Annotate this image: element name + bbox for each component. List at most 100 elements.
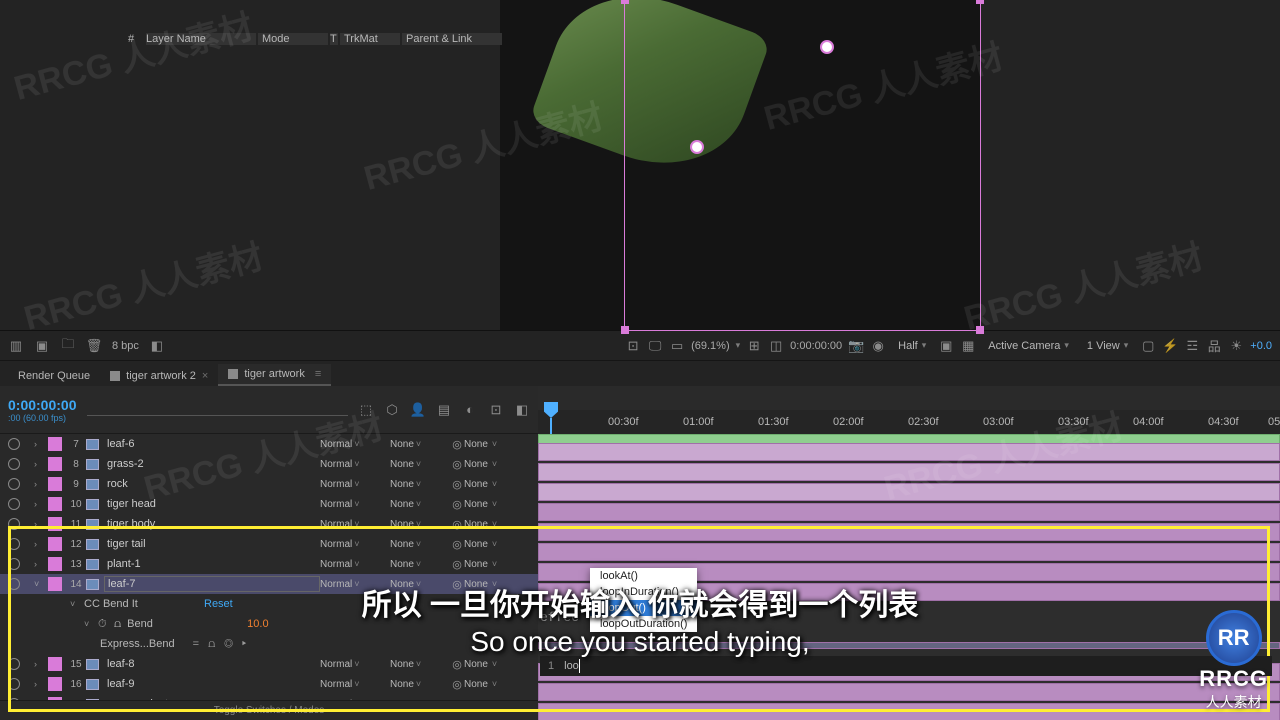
composition-viewer[interactable] (0, 0, 1280, 330)
bpc-indicator-icon[interactable]: ◧ (149, 338, 165, 354)
fast-preview-icon[interactable]: ⚡ (1162, 338, 1178, 354)
track[interactable] (538, 702, 1280, 720)
tab-comp-a[interactable]: tiger artwork 2× (100, 366, 218, 386)
mask-icon[interactable]: ◫ (768, 338, 784, 354)
pickwhip-icon[interactable]: ◎ (450, 517, 464, 531)
visibility-toggle[interactable] (8, 658, 20, 670)
views-dropdown[interactable]: 1 View (1081, 339, 1134, 353)
parent-dropdown[interactable]: None ˅ (464, 659, 538, 670)
layer-bar[interactable] (538, 523, 1280, 541)
autocomplete-item[interactable]: loopOutDuration() (590, 616, 697, 632)
layer-row-leaf-7[interactable]: ˅14leaf-7Normal ˅None ˅◎None ˅ (0, 574, 538, 594)
twirl-icon[interactable]: › (34, 679, 48, 689)
trash-icon[interactable]: 🗑 (86, 338, 102, 354)
bpc-label[interactable]: 8 bpc (112, 340, 139, 352)
autocomplete-item[interactable]: loopInDuration() (590, 584, 697, 600)
expression-editor[interactable]: 1 loo (540, 656, 1272, 676)
new-folder-icon[interactable]: 🗀 (60, 338, 76, 354)
pickwhip-icon[interactable]: ◎ (450, 537, 464, 551)
trkmat-dropdown[interactable]: None ˅ (390, 659, 450, 670)
layer-search-input[interactable] (87, 403, 349, 416)
blend-mode-dropdown[interactable]: Normal ˅ (320, 499, 390, 510)
layer-name[interactable]: tiger head (104, 497, 320, 511)
blend-mode-dropdown[interactable]: Normal ˅ (320, 679, 390, 690)
visibility-toggle[interactable] (8, 558, 20, 570)
layer-name[interactable]: leaf-8 (104, 657, 320, 671)
twirl-icon[interactable]: ˅ (70, 599, 84, 609)
property-name[interactable]: Bend (127, 618, 247, 630)
layer-bar[interactable] (538, 683, 1280, 701)
trkmat-dropdown[interactable]: None ˅ (390, 679, 450, 690)
shy-icon[interactable]: 👤 (410, 402, 426, 418)
track[interactable] (538, 462, 1280, 482)
trkmat-dropdown[interactable]: None ˅ (390, 479, 450, 490)
comp-mini-flowchart-icon[interactable]: ⬚ (358, 402, 374, 418)
reset-exposure-icon[interactable]: ☀ (1228, 338, 1244, 354)
grid-icon[interactable]: ⊞ (746, 338, 762, 354)
magnify-icon[interactable]: ⊡ (625, 338, 641, 354)
parent-dropdown[interactable]: None ˅ (464, 479, 538, 490)
viewer-timecode[interactable]: 0:00:00:00 (790, 340, 842, 352)
visibility-toggle[interactable] (8, 578, 20, 590)
pickwhip-icon[interactable]: ◎ (450, 557, 464, 571)
blend-mode-dropdown[interactable]: Normal ˅ (320, 539, 390, 550)
layer-row-grass-2[interactable]: ›8grass-2Normal ˅None ˅◎None ˅ (0, 454, 538, 474)
col-trkmat[interactable]: TrkMat (340, 33, 400, 45)
visibility-toggle[interactable] (8, 518, 20, 530)
graph-editor-icon[interactable]: ⊡ (488, 402, 504, 418)
autocomplete-item[interactable]: lookAt() (590, 568, 697, 584)
effect-row[interactable]: ˅CC Bend ItReset (0, 594, 538, 614)
track[interactable] (538, 682, 1280, 702)
track[interactable] (538, 542, 1280, 562)
label-color[interactable] (48, 577, 62, 591)
composition-canvas[interactable] (500, 0, 980, 330)
trkmat-dropdown[interactable]: None ˅ (390, 539, 450, 550)
parent-dropdown[interactable]: None ˅ (464, 559, 538, 570)
twirl-icon[interactable]: › (34, 499, 48, 509)
flowchart-icon[interactable]: 品 (1206, 338, 1222, 354)
frame-blend-icon[interactable]: ▤ (436, 402, 452, 418)
pickwhip-icon[interactable]: ◎ (450, 657, 464, 671)
layer-bar[interactable] (538, 483, 1280, 501)
exposure-value[interactable]: +0.0 (1250, 340, 1272, 352)
layer-name[interactable]: plant-1 (104, 557, 320, 571)
close-icon[interactable]: × (202, 370, 208, 382)
pixel-aspect-icon[interactable]: ▢ (1140, 338, 1156, 354)
layer-row-rock[interactable]: ›9rockNormal ˅None ˅◎None ˅ (0, 474, 538, 494)
track[interactable] (538, 502, 1280, 522)
parent-dropdown[interactable]: None ˅ (464, 459, 538, 470)
timeline-icon[interactable]: ☲ (1184, 338, 1200, 354)
track[interactable] (538, 482, 1280, 502)
graph-icon[interactable]: ⩍ (114, 618, 121, 631)
parent-dropdown[interactable]: None ˅ (464, 579, 538, 590)
blend-mode-dropdown[interactable]: Normal ˅ (320, 459, 390, 470)
effect-name[interactable]: CC Bend It (84, 598, 204, 610)
property-value[interactable]: 10.0 (247, 618, 268, 630)
layer-bar[interactable] (538, 443, 1280, 461)
layer-name[interactable]: leaf-7 (104, 576, 320, 592)
layer-name[interactable]: leaf-9 (104, 677, 320, 691)
current-timecode[interactable]: 0:00:00:00 (8, 397, 77, 413)
blend-mode-dropdown[interactable]: Normal ˅ (320, 479, 390, 490)
display-icon[interactable]: 🖵 (647, 338, 663, 354)
pickwhip-icon[interactable]: ◎ (450, 497, 464, 511)
visibility-toggle[interactable] (8, 678, 20, 690)
track[interactable] (538, 522, 1280, 542)
pickwhip-icon[interactable]: ◎ (450, 437, 464, 451)
label-color[interactable] (48, 657, 62, 671)
pickwhip-icon[interactable]: ◎ (450, 577, 464, 591)
trkmat-dropdown[interactable]: None ˅ (390, 579, 450, 590)
label-color[interactable] (48, 537, 62, 551)
parent-dropdown[interactable]: None ˅ (464, 519, 538, 530)
label-color[interactable] (48, 497, 62, 511)
col-mode[interactable]: Mode (258, 33, 328, 45)
blend-mode-dropdown[interactable]: Normal ˅ (320, 519, 390, 530)
resolution-dropdown[interactable]: Half (892, 339, 932, 353)
new-comp-icon[interactable]: ▣ (34, 338, 50, 354)
layer-row-tiger-head[interactable]: ›10tiger headNormal ˅None ˅◎None ˅ (0, 494, 538, 514)
track[interactable] (538, 442, 1280, 462)
layer-bar[interactable] (538, 543, 1280, 561)
layer-bar[interactable] (538, 703, 1280, 720)
selection-handle[interactable] (976, 326, 984, 334)
transparency-icon[interactable]: ▦ (960, 338, 976, 354)
